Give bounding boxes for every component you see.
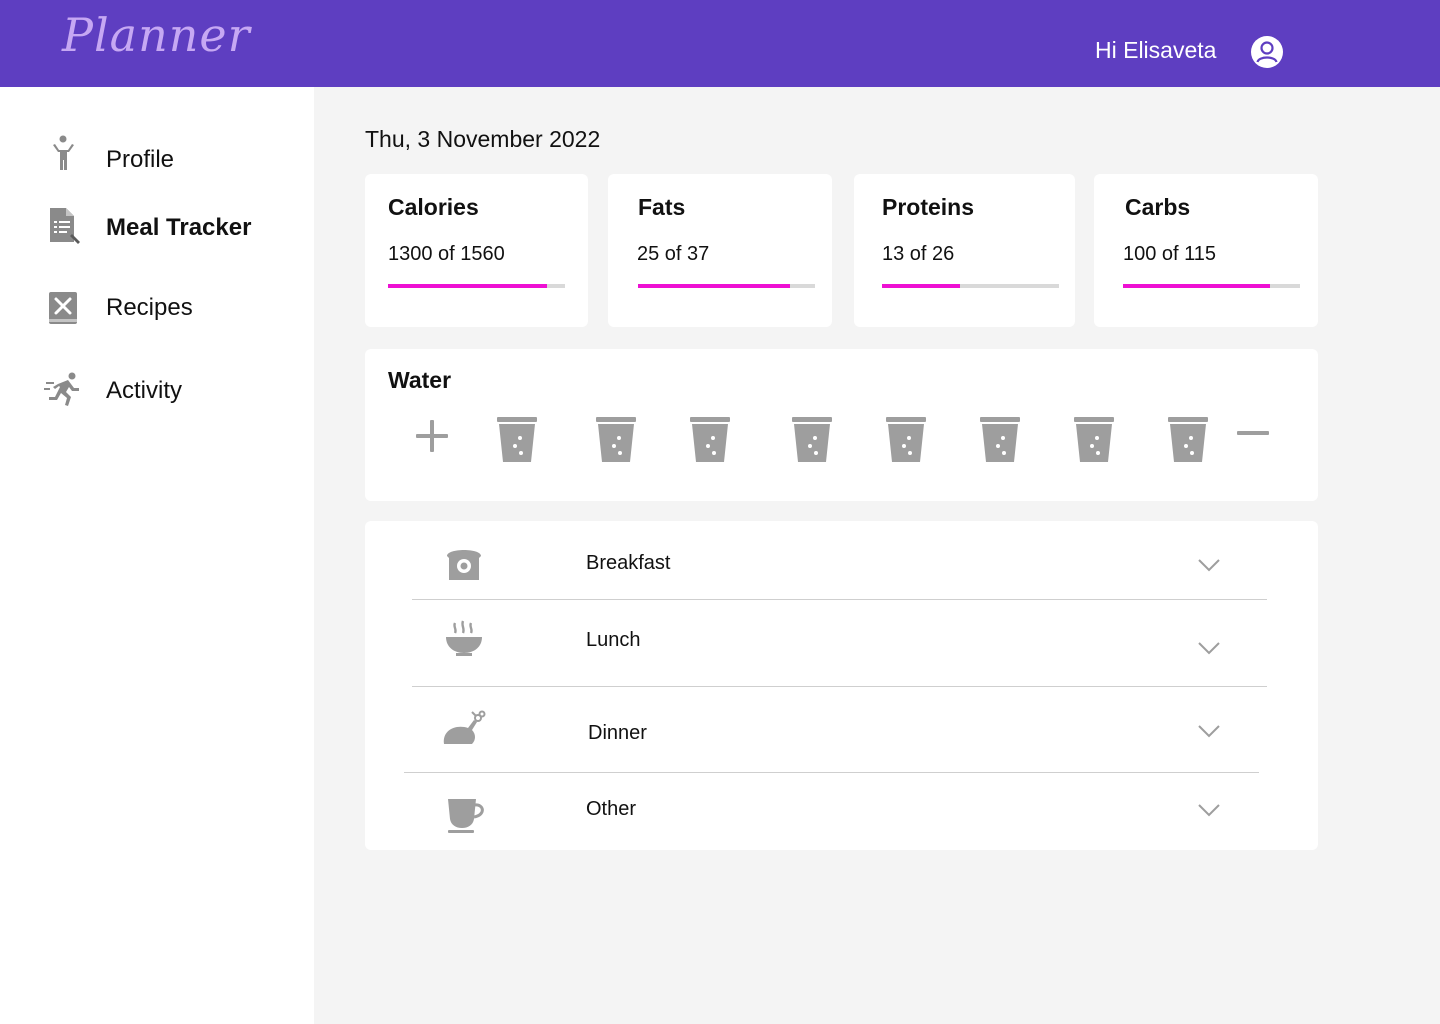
nutrient-value: 1300 of 1560 xyxy=(388,243,505,265)
nutrient-progress-bar xyxy=(1123,284,1300,288)
nutrient-progress-bar xyxy=(638,284,815,288)
nutrient-card-fats: Fats 25 of 37 xyxy=(608,174,832,327)
person-standing-icon xyxy=(53,135,74,170)
nutrient-card-carbs: Carbs 100 of 115 xyxy=(1094,174,1318,327)
chevron-down-icon[interactable] xyxy=(1197,641,1221,655)
nutrient-value: 25 of 37 xyxy=(637,243,710,265)
progress-fill xyxy=(638,284,791,288)
coffee-cup-icon xyxy=(448,799,484,833)
progress-fill xyxy=(1123,284,1270,288)
nutrient-progress-bar xyxy=(388,284,565,288)
meal-row-breakfast[interactable]: Breakfast xyxy=(365,521,1318,599)
roast-chicken-icon xyxy=(443,710,486,744)
document-list-icon xyxy=(50,208,80,244)
meal-row-lunch[interactable]: Lunch xyxy=(365,600,1318,686)
chevron-down-icon[interactable] xyxy=(1197,803,1221,817)
meals-panel: Breakfast Lunch Dinner Other xyxy=(365,521,1318,850)
sidebar-item-label: Meal Tracker xyxy=(106,214,252,241)
water-glass-icon[interactable] xyxy=(791,416,833,464)
meal-label: Other xyxy=(586,798,637,820)
water-glass-icon[interactable] xyxy=(689,416,731,464)
sidebar-item-meal-tracker[interactable]: Meal Tracker xyxy=(44,206,294,250)
toast-icon xyxy=(447,550,481,580)
water-glass-icon[interactable] xyxy=(496,416,538,464)
meal-row-dinner[interactable]: Dinner xyxy=(365,687,1318,772)
sidebar: Profile Meal Tracker Recipes Activity xyxy=(0,87,314,1024)
nutrient-title: Fats xyxy=(638,194,686,220)
chevron-down-icon[interactable] xyxy=(1197,724,1221,738)
nutrient-title: Carbs xyxy=(1125,194,1191,220)
top-bar: Planner Hi Elisaveta xyxy=(0,0,1440,87)
water-glass-icon[interactable] xyxy=(1167,416,1209,464)
water-glass-icon[interactable] xyxy=(885,416,927,464)
meal-label: Lunch xyxy=(586,629,641,651)
progress-fill xyxy=(388,284,548,288)
meal-row-other[interactable]: Other xyxy=(365,773,1318,850)
user-circle-icon[interactable] xyxy=(1250,35,1284,69)
app-logo[interactable]: Planner xyxy=(62,8,251,62)
water-glass-icon[interactable] xyxy=(595,416,637,464)
water-glass-icon[interactable] xyxy=(1073,416,1115,464)
nutrient-progress-bar xyxy=(882,284,1059,288)
water-glass-icon[interactable] xyxy=(979,416,1021,464)
current-date: Thu, 3 November 2022 xyxy=(365,126,601,152)
sidebar-item-recipes[interactable]: Recipes xyxy=(44,288,294,332)
nutrient-card-proteins: Proteins 13 of 26 xyxy=(854,174,1075,327)
soup-bowl-icon xyxy=(446,620,482,656)
plus-icon[interactable] xyxy=(415,419,449,453)
nutrient-title: Calories xyxy=(388,194,479,220)
water-title: Water xyxy=(388,367,452,393)
water-panel: Water xyxy=(365,349,1318,501)
nutrient-card-calories: Calories 1300 of 1560 xyxy=(365,174,588,327)
sidebar-item-profile[interactable]: Profile xyxy=(44,134,294,178)
sidebar-item-label: Activity xyxy=(106,377,183,404)
user-greeting: Hi Elisaveta xyxy=(1095,37,1217,63)
chevron-down-icon[interactable] xyxy=(1197,558,1221,572)
utensils-book-icon xyxy=(49,292,77,324)
minus-icon[interactable] xyxy=(1236,429,1270,437)
running-person-icon xyxy=(44,372,79,406)
meal-label: Dinner xyxy=(588,722,647,744)
nutrient-value: 13 of 26 xyxy=(882,243,955,265)
progress-fill xyxy=(882,284,960,288)
sidebar-item-label: Recipes xyxy=(106,294,193,321)
nutrient-title: Proteins xyxy=(882,194,975,220)
meal-label: Breakfast xyxy=(586,552,671,574)
sidebar-item-label: Profile xyxy=(106,146,175,173)
nutrient-value: 100 of 115 xyxy=(1123,243,1217,265)
sidebar-item-activity[interactable]: Activity xyxy=(44,370,294,414)
